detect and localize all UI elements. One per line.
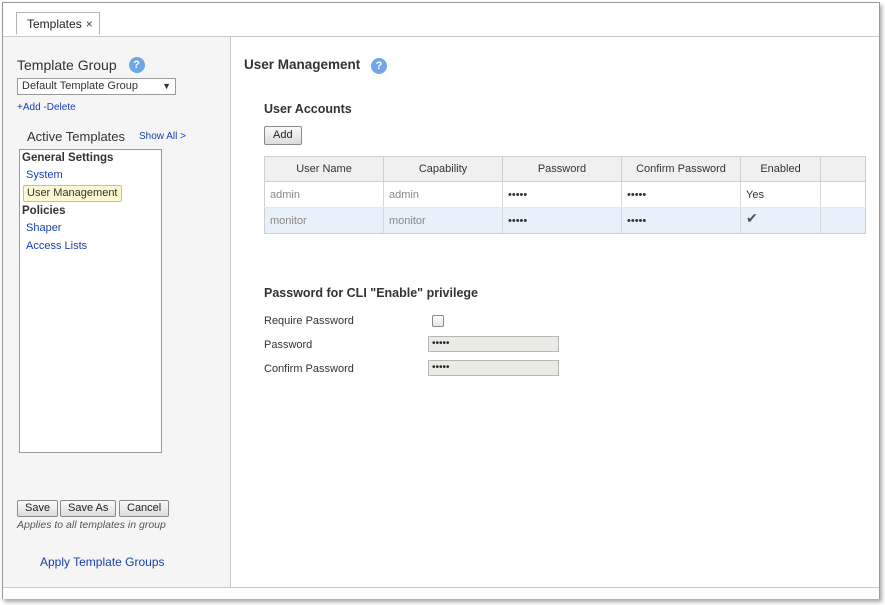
column-header-user-name[interactable]: User Name <box>264 156 384 182</box>
template-group-value: Default Template Group <box>22 80 138 92</box>
tree-item-system[interactable]: System <box>26 169 63 181</box>
active-templates-label: Active Templates <box>27 129 126 144</box>
main-panel: User Management ? User Accounts Add User… <box>231 37 879 587</box>
save-button[interactable]: Save <box>17 500 59 517</box>
cell-enabled: Yes <box>740 181 821 208</box>
tree-item-user-management[interactable]: User Management <box>23 185 122 202</box>
template-group-select[interactable]: Default Template Group ▼ <box>17 78 176 95</box>
template-group-label: Template Group <box>17 57 117 73</box>
tree-group-general-settings: General Settings <box>22 152 114 164</box>
confirm-password-label: Confirm Password <box>264 363 354 375</box>
tab-bar: Templates × <box>3 3 879 37</box>
window: Templates × Template Group ? Default Temp… <box>2 2 880 599</box>
show-all-link[interactable]: Show All > <box>139 131 186 142</box>
table-header-row: User Name Capability Password Confirm Pa… <box>264 156 866 182</box>
column-header-password[interactable]: Password <box>502 156 622 182</box>
template-tree: General Settings System User Management … <box>19 149 162 453</box>
tree-item-shaper[interactable]: Shaper <box>26 222 61 234</box>
confirm-password-field[interactable]: ••••• <box>428 360 559 376</box>
page-title: User Management <box>244 57 361 72</box>
cell-enabled[interactable]: ✔ <box>740 207 821 234</box>
cancel-button[interactable]: Cancel <box>119 500 170 517</box>
cell-password: ••••• <box>502 207 622 234</box>
tree-item-access-lists[interactable]: Access Lists <box>26 240 87 252</box>
bottom-bar <box>3 587 879 599</box>
close-icon[interactable]: × <box>86 17 93 31</box>
column-header-confirm-password[interactable]: Confirm Password <box>621 156 741 182</box>
cell-confirm-password: ••••• <box>621 181 741 208</box>
template-group-heading: Template Group ? <box>17 57 145 74</box>
add-user-button[interactable]: Add <box>264 126 302 145</box>
save-as-button[interactable]: Save As <box>60 500 117 517</box>
cli-password-title: Password for CLI "Enable" privilege <box>264 286 478 300</box>
dropdown-arrow-icon: ▼ <box>162 81 171 91</box>
column-header-enabled[interactable]: Enabled <box>740 156 821 182</box>
tab-label: Templates <box>27 17 82 31</box>
cell-capability: admin <box>383 181 503 208</box>
tree-group-policies: Policies <box>22 205 66 217</box>
add-template-link[interactable]: +Add <box>17 102 41 113</box>
table-row[interactable]: monitor monitor ••••• ••••• ✔ <box>264 207 866 234</box>
user-accounts-title: User Accounts <box>264 102 352 116</box>
user-accounts-table: User Name Capability Password Confirm Pa… <box>264 156 866 234</box>
tab-templates[interactable]: Templates × <box>16 12 100 35</box>
column-header-capability[interactable]: Capability <box>383 156 503 182</box>
delete-template-link[interactable]: -Delete <box>43 102 75 113</box>
cell-blank <box>820 207 866 234</box>
sidebar: Template Group ? Default Template Group … <box>3 37 231 587</box>
apply-template-groups-link[interactable]: Apply Template Groups <box>40 555 165 569</box>
help-icon[interactable]: ? <box>371 58 387 74</box>
password-label: Password <box>264 339 313 351</box>
cell-user-name: admin <box>264 181 384 208</box>
save-note: Applies to all templates in group <box>17 519 166 531</box>
cell-user-name: monitor <box>264 207 384 234</box>
cell-password: ••••• <box>502 181 622 208</box>
password-field[interactable]: ••••• <box>428 336 559 352</box>
cell-capability: monitor <box>383 207 503 234</box>
cell-blank <box>820 181 866 208</box>
cell-confirm-password: ••••• <box>621 207 741 234</box>
table-row[interactable]: admin admin ••••• ••••• Yes <box>264 181 866 208</box>
require-password-label: Require Password <box>264 315 354 327</box>
require-password-checkbox[interactable] <box>432 315 444 327</box>
add-delete-links: +Add -Delete <box>17 102 76 113</box>
checkmark-icon[interactable]: ✔ <box>746 210 758 226</box>
help-icon[interactable]: ? <box>128 57 145 74</box>
column-header-blank <box>820 156 866 182</box>
